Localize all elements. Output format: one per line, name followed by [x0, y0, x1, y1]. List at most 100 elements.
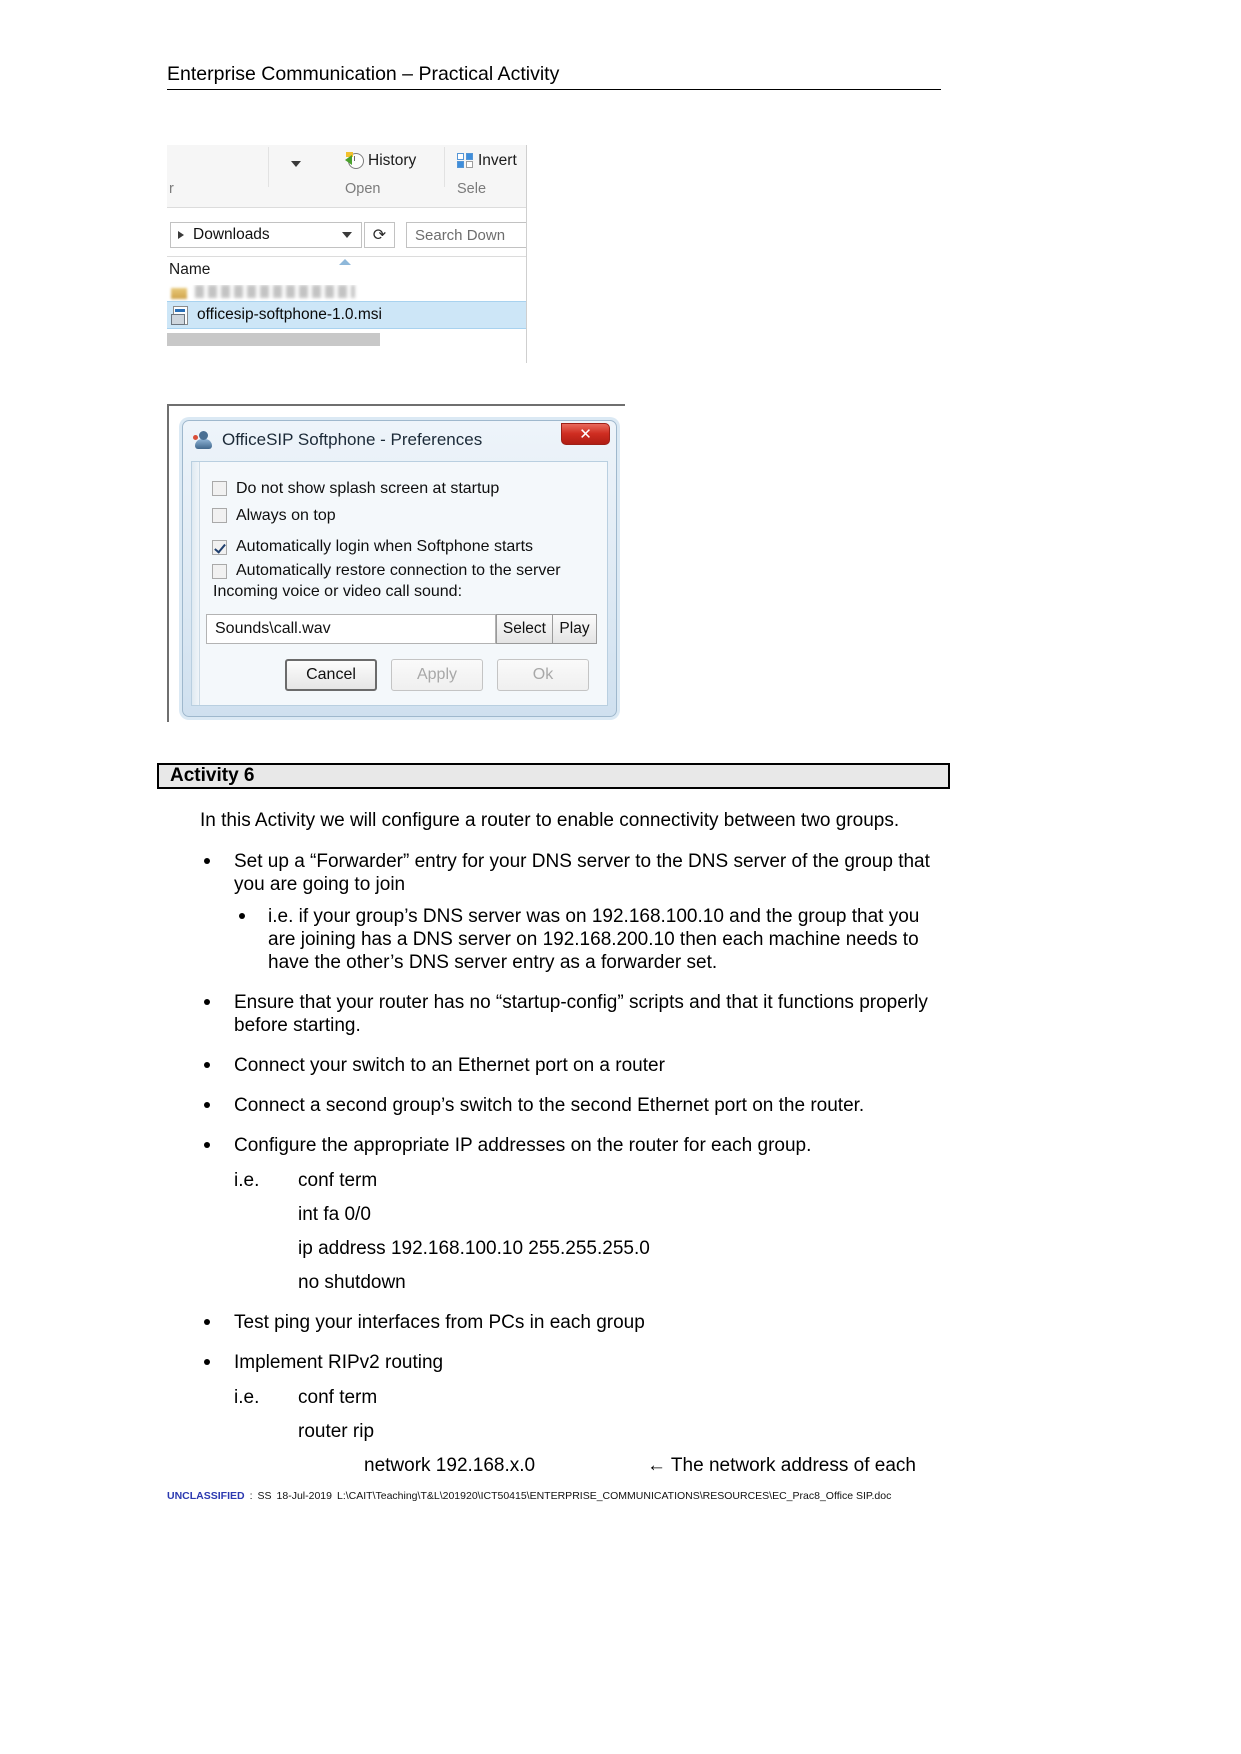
list-item: Test ping your interfaces from PCs in ea… — [200, 1311, 945, 1334]
checkbox-row-auto-restore[interactable]: Automatically restore connection to the … — [212, 559, 597, 583]
refresh-button[interactable]: ⟳ — [364, 222, 395, 248]
bullet-icon — [204, 1359, 210, 1365]
explorer-bottom-strip — [167, 329, 527, 353]
bullet-icon — [239, 913, 245, 919]
config-block-2: i.e. conf term router rip network 192.16… — [234, 1386, 945, 1477]
file-explorer-screenshot: r History Invert Open Sele Downloads ⟳ S… — [167, 145, 527, 363]
list-item-text: Test ping your interfaces from PCs in ea… — [234, 1312, 645, 1333]
dialog-button-row: Cancel Apply Ok — [192, 659, 597, 691]
frame-left-line — [167, 404, 169, 722]
command-text: int fa 0/0 — [298, 1204, 371, 1225]
search-input[interactable]: Search Down — [406, 222, 527, 248]
checkbox-row-always-on-top[interactable]: Always on top — [212, 502, 597, 529]
chevron-right-icon — [178, 231, 184, 239]
folder-icon — [171, 288, 187, 299]
frame-top-line — [167, 404, 625, 406]
apply-button[interactable]: Apply — [391, 659, 483, 691]
sort-ascending-icon — [339, 259, 351, 265]
preferences-checkbox-list: Do not show splash screen at startup Alw… — [212, 475, 597, 583]
status-strip — [167, 333, 380, 346]
checkbox-row-splash[interactable]: Do not show splash screen at startup — [212, 475, 597, 502]
list-item: Connect a second group’s switch to the s… — [200, 1094, 945, 1117]
msi-installer-icon — [171, 306, 189, 325]
footer-date: 18-Jul-2019 — [276, 1490, 332, 1502]
sound-path-value: Sounds\call.wav — [215, 620, 331, 637]
bullet-icon — [204, 999, 210, 1005]
ribbon-left-fragment: r — [169, 181, 174, 197]
ribbon-group-open-label: Open — [345, 181, 381, 197]
document-footer: UNCLASSIFIED : SS 18-Jul-2019 L:\CAIT\Te… — [167, 1490, 891, 1502]
command-text: conf term — [298, 1170, 378, 1191]
preferences-window: OfficeSIP Softphone - Preferences ✕ Do n… — [182, 420, 617, 717]
list-item: Connect your switch to an Ethernet port … — [200, 1054, 945, 1077]
list-item[interactable] — [167, 285, 527, 301]
play-sound-button[interactable]: Play — [553, 614, 597, 644]
explorer-address-bar: Downloads ⟳ Search Down — [167, 208, 527, 256]
command-text: network 192.168.x.0 — [364, 1455, 536, 1476]
sound-path-row: Sounds\call.wav Select Play — [206, 614, 597, 644]
invert-selection-icon — [457, 153, 474, 169]
explorer-column-header: Name — [167, 256, 527, 285]
list-item-text: Ensure that your router has no “startup-… — [234, 992, 928, 1036]
footer-separator: : — [249, 1490, 253, 1502]
document-header: Enterprise Communication – Practical Act… — [167, 62, 941, 90]
activity-heading-text: Activity 6 — [170, 765, 255, 786]
select-sound-button[interactable]: Select — [495, 614, 553, 644]
list-item-text: Connect a second group’s switch to the s… — [234, 1095, 865, 1116]
bullet-icon — [204, 1142, 210, 1148]
ribbon-separator — [444, 147, 445, 187]
cancel-button[interactable]: Cancel — [285, 659, 377, 691]
address-path-box[interactable]: Downloads — [170, 222, 362, 248]
chevron-down-icon[interactable] — [291, 161, 301, 167]
explorer-ribbon: r History Invert Open Sele — [167, 145, 527, 208]
command-text: router rip — [298, 1421, 375, 1442]
dialog-title-bar: OfficeSIP Softphone - Preferences ✕ — [183, 421, 616, 459]
ok-button[interactable]: Ok — [497, 659, 589, 691]
header-divider — [167, 89, 941, 90]
list-item: Configure the appropriate IP addresses o… — [200, 1134, 945, 1294]
close-icon[interactable]: ✕ — [561, 423, 610, 445]
chevron-down-icon[interactable] — [342, 232, 352, 238]
ie-label: i.e. — [234, 1387, 260, 1408]
bullet-icon — [204, 1319, 210, 1325]
checkbox-label: Automatically restore connection to the … — [236, 562, 561, 579]
checkbox-icon[interactable] — [212, 563, 227, 579]
invert-selection-label: Invert — [478, 152, 517, 169]
config-line: i.e. conf term — [234, 1386, 945, 1409]
footer-file-path: L:\CAIT\Teaching\T&L\201920\ICT50415\ENT… — [336, 1490, 892, 1502]
ie-label: i.e. — [234, 1170, 260, 1191]
checkbox-label: Do not show splash screen at startup — [236, 479, 500, 497]
activity-sub-list: i.e. if your group’s DNS server was on 1… — [234, 905, 945, 974]
checkbox-icon[interactable] — [212, 508, 227, 523]
list-item-text: Configure the appropriate IP addresses o… — [234, 1135, 812, 1156]
column-header-name[interactable]: Name — [169, 261, 210, 279]
checkbox-row-auto-login[interactable]: Automatically login when Softphone start… — [212, 535, 597, 559]
explorer-file-list: officesip-softphone-1.0.msi — [167, 285, 527, 329]
softphone-app-icon — [193, 430, 214, 451]
history-label: History — [368, 152, 417, 169]
checkbox-icon[interactable] — [212, 481, 227, 496]
list-item-text: Connect your switch to an Ethernet port … — [234, 1055, 665, 1076]
ribbon-separator — [268, 147, 269, 187]
classification-marking: UNCLASSIFIED — [167, 1490, 245, 1502]
checkbox-label: Always on top — [236, 506, 336, 524]
ribbon-group-select-label: Sele — [457, 181, 487, 197]
list-item-selected[interactable]: officesip-softphone-1.0.msi — [167, 301, 527, 329]
list-item-text: i.e. if your group’s DNS server was on 1… — [268, 906, 920, 973]
list-item: Ensure that your router has no “startup-… — [200, 991, 945, 1037]
config-line: i.e. conf term — [234, 1169, 945, 1192]
dialog-title: OfficeSIP Softphone - Preferences — [222, 430, 483, 449]
footer-initials: SS — [257, 1490, 272, 1502]
sound-path-input[interactable]: Sounds\call.wav — [206, 614, 496, 644]
checkbox-checked-icon[interactable] — [212, 539, 227, 555]
explorer-right-edge — [526, 145, 527, 363]
bullet-icon — [204, 1102, 210, 1108]
history-button[interactable]: History — [345, 152, 416, 170]
command-text: conf term — [298, 1387, 378, 1408]
search-placeholder: Search Down — [415, 226, 506, 244]
annotation-note: ← The network address of each — [647, 1455, 916, 1476]
list-item-text: Set up a “Forwarder” entry for your DNS … — [234, 851, 930, 895]
list-item: Set up a “Forwarder” entry for your DNS … — [200, 850, 945, 974]
invert-selection-button[interactable]: Invert — [457, 152, 517, 170]
dialog-body: Do not show splash screen at startup Alw… — [191, 461, 608, 706]
